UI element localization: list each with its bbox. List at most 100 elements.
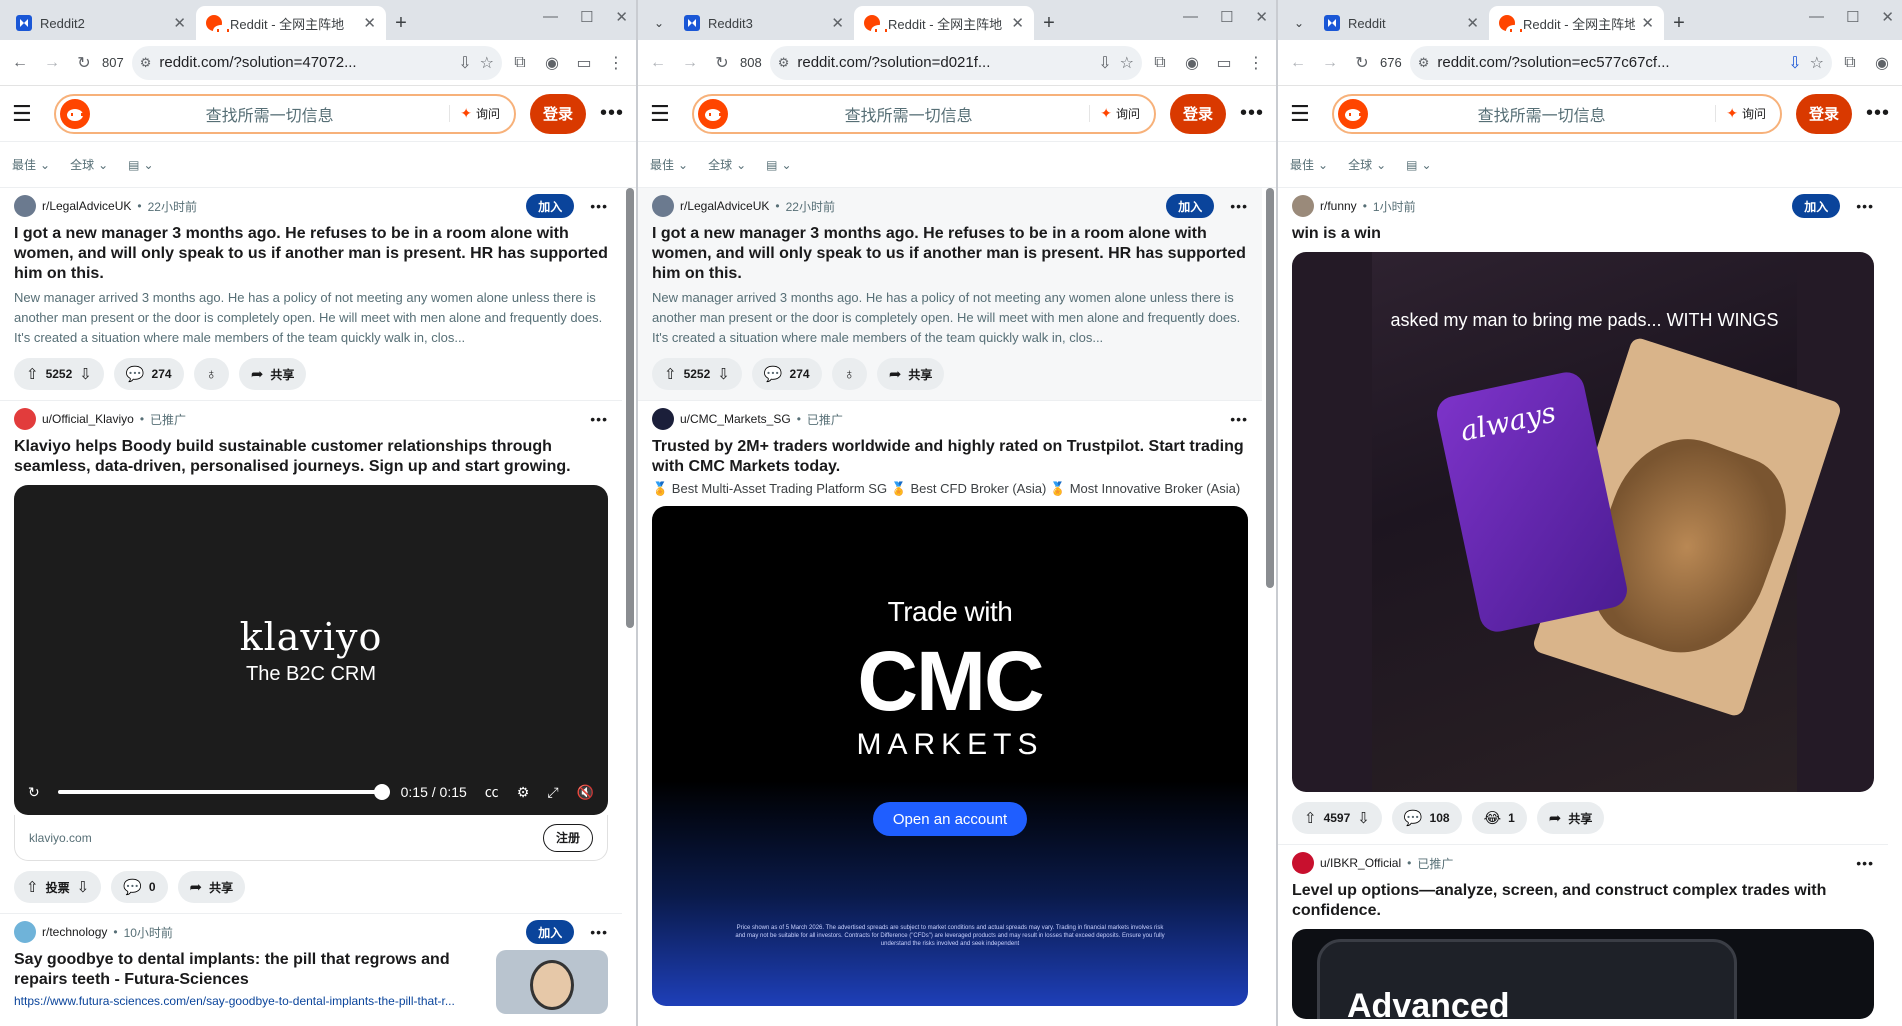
tab-search-icon[interactable]: ⌄	[1284, 6, 1314, 40]
post-body[interactable]: New manager arrived 3 months ago. He has…	[652, 288, 1248, 348]
site-info-icon[interactable]: ⚙	[778, 55, 790, 71]
ad-image[interactable]: Advanced	[1292, 929, 1874, 1019]
join-button[interactable]: 加入	[526, 920, 575, 944]
tab-reddit-active[interactable]: Reddit - 全网主阵地 ✕	[196, 6, 386, 40]
open-account-button[interactable]: Open an account	[872, 802, 1028, 836]
extensions-icon[interactable]: ⧉	[1146, 49, 1174, 77]
extensions-icon[interactable]: ⧉	[1836, 49, 1864, 77]
star-icon[interactable]: ☆	[1810, 53, 1824, 73]
post-options-icon[interactable]: •••	[590, 198, 608, 214]
close-tab-icon[interactable]: ✕	[1641, 14, 1654, 32]
forward-icon[interactable]: →	[38, 49, 66, 77]
post-image[interactable]: always asked my man to bring me pads... …	[1292, 252, 1874, 792]
progress-knob[interactable]	[373, 784, 390, 800]
share-button[interactable]: ➦ 共享	[1536, 802, 1605, 834]
minimize-icon[interactable]: —	[1809, 8, 1824, 26]
star-icon[interactable]: ☆	[480, 53, 494, 73]
extensions-icon[interactable]: ⧉	[506, 49, 534, 77]
ad-image[interactable]: Trade with CMC MARKETS Open an account P…	[652, 506, 1248, 1006]
sort-best-dropdown[interactable]: 最佳 ⌄	[1290, 156, 1328, 173]
minimize-icon[interactable]: —	[543, 8, 558, 26]
post-options-icon[interactable]: •••	[590, 411, 608, 427]
minimize-icon[interactable]: —	[1183, 8, 1198, 26]
view-mode-dropdown[interactable]: ▤ ⌄	[128, 158, 153, 172]
view-mode-dropdown[interactable]: ▤ ⌄	[766, 158, 791, 172]
ad-post-card[interactable]: u/CMC_Markets_SG • 已推广 ••• Trusted by 2M…	[638, 401, 1262, 1016]
reload-icon[interactable]: ↻	[708, 49, 736, 77]
star-icon[interactable]: ☆	[1120, 53, 1134, 73]
post-thumbnail[interactable]	[496, 950, 608, 1014]
post-options-icon[interactable]: •••	[1230, 198, 1248, 214]
back-icon[interactable]: ←	[6, 49, 34, 77]
advertiser-avatar[interactable]	[1292, 852, 1314, 874]
tab-reddit2[interactable]: Reddit2 ✕	[6, 6, 196, 40]
back-icon[interactable]: ←	[1284, 49, 1312, 77]
advertiser-avatar[interactable]	[652, 408, 674, 430]
downvote-icon[interactable]: ⇩	[77, 878, 90, 896]
maximize-icon[interactable]: ☐	[580, 8, 593, 26]
search-placeholder[interactable]: 查找所需一切信息	[736, 102, 1081, 126]
post-options-icon[interactable]: •••	[1856, 198, 1874, 214]
advertiser-name[interactable]: u/Official_Klaviyo	[42, 412, 134, 426]
tab-reddit-active[interactable]: Reddit - 全网主阵地 ✕	[854, 6, 1034, 40]
ad-post-card[interactable]: u/IBKR_Official • 已推广 ••• Level up optio…	[1278, 845, 1888, 1026]
profile-icon[interactable]: ◉	[1868, 49, 1896, 77]
post-card[interactable]: r/funny • 1小时前 加入 ••• win is a win always…	[1278, 188, 1888, 845]
mute-icon[interactable]: 🔇	[577, 784, 594, 801]
award-button[interactable]: ♁	[193, 358, 229, 390]
post-options-icon[interactable]: •••	[590, 924, 608, 940]
login-button[interactable]: 登录	[1169, 93, 1226, 134]
address-bar[interactable]: ⚙ reddit.com/?solution=d021f... ⇩ ☆	[769, 45, 1142, 80]
profile-icon[interactable]: ◉	[538, 49, 566, 77]
share-button[interactable]: ➦ 共享	[177, 871, 246, 903]
view-mode-dropdown[interactable]: ▤ ⌄	[1406, 158, 1431, 172]
post-title[interactable]: I got a new manager 3 months ago. He ref…	[14, 224, 608, 284]
subreddit-name[interactable]: r/LegalAdviceUK	[680, 199, 769, 213]
close-window-icon[interactable]: ✕	[615, 8, 628, 26]
downvote-icon[interactable]: ⇩	[79, 365, 92, 383]
post-title[interactable]: Level up options—analyze, screen, and co…	[1292, 881, 1874, 921]
close-tab-icon[interactable]: ✕	[1011, 14, 1024, 32]
install-icon[interactable]: ⇩	[1098, 53, 1111, 73]
new-tab-button[interactable]: +	[1664, 6, 1694, 40]
menu-icon[interactable]: ⋮	[602, 49, 630, 77]
more-options-icon[interactable]: •••	[1240, 102, 1264, 125]
hamburger-menu-icon[interactable]: ☰	[12, 101, 40, 127]
downvote-icon[interactable]: ⇩	[717, 365, 730, 383]
advertiser-name[interactable]: u/IBKR_Official	[1320, 856, 1401, 870]
post-options-icon[interactable]: •••	[1856, 855, 1874, 871]
post-title[interactable]: Klaviyo helps Boody build sustainable cu…	[14, 437, 608, 477]
subreddit-name[interactable]: r/LegalAdviceUK	[42, 199, 131, 213]
new-tab-button[interactable]: +	[386, 6, 416, 40]
post-options-icon[interactable]: •••	[1230, 411, 1248, 427]
comments-button[interactable]: 💬 108	[1391, 802, 1462, 834]
close-tab-icon[interactable]: ✕	[173, 14, 186, 32]
search-placeholder[interactable]: 查找所需一切信息	[1376, 102, 1707, 126]
login-button[interactable]: 登录	[529, 93, 586, 134]
post-card[interactable]: r/technology • 10小时前 加入 ••• Say goodbye t…	[0, 914, 622, 1018]
post-card[interactable]: r/LegalAdviceUK • 22小时前 加入 ••• I got a ne…	[0, 188, 622, 401]
downvote-icon[interactable]: ⇩	[1357, 809, 1370, 827]
close-tab-icon[interactable]: ✕	[831, 14, 844, 32]
ask-button[interactable]: ✦ 询问	[1715, 105, 1776, 122]
comments-button[interactable]: 💬 274	[113, 358, 184, 390]
url-text[interactable]: reddit.com/?solution=ec577c67cf...	[1437, 54, 1780, 71]
search-bar[interactable]: 查找所需一切信息 ✦ 询问	[54, 93, 516, 134]
reload-icon[interactable]: ↻	[70, 49, 98, 77]
ad-video[interactable]: klaviyo The B2C CRM ↻ 0:15 / 0:15 ㏄ ⚙ ⤢ …	[14, 485, 608, 815]
advertiser-name[interactable]: u/CMC_Markets_SG	[680, 412, 791, 426]
post-body[interactable]: New manager arrived 3 months ago. He has…	[14, 288, 608, 348]
settings-icon[interactable]: ⚙	[517, 784, 530, 801]
scrollbar-thumb[interactable]	[1266, 188, 1274, 588]
search-bar[interactable]: 查找所需一切信息 ✦ 询问	[692, 93, 1156, 134]
sort-region-dropdown[interactable]: 全球 ⌄	[708, 156, 746, 173]
more-options-icon[interactable]: •••	[1866, 102, 1890, 125]
site-info-icon[interactable]: ⚙	[140, 55, 152, 71]
url-text[interactable]: reddit.com/?solution=d021f...	[797, 54, 1090, 71]
comments-button[interactable]: 💬 0	[111, 871, 168, 903]
subreddit-avatar[interactable]	[652, 195, 674, 217]
close-tab-icon[interactable]: ✕	[363, 14, 376, 32]
comments-button[interactable]: 💬 274	[751, 358, 822, 390]
post-title[interactable]: Trusted by 2M+ traders worldwide and hig…	[652, 437, 1248, 477]
award-button[interactable]: 😂 1	[1471, 802, 1527, 834]
